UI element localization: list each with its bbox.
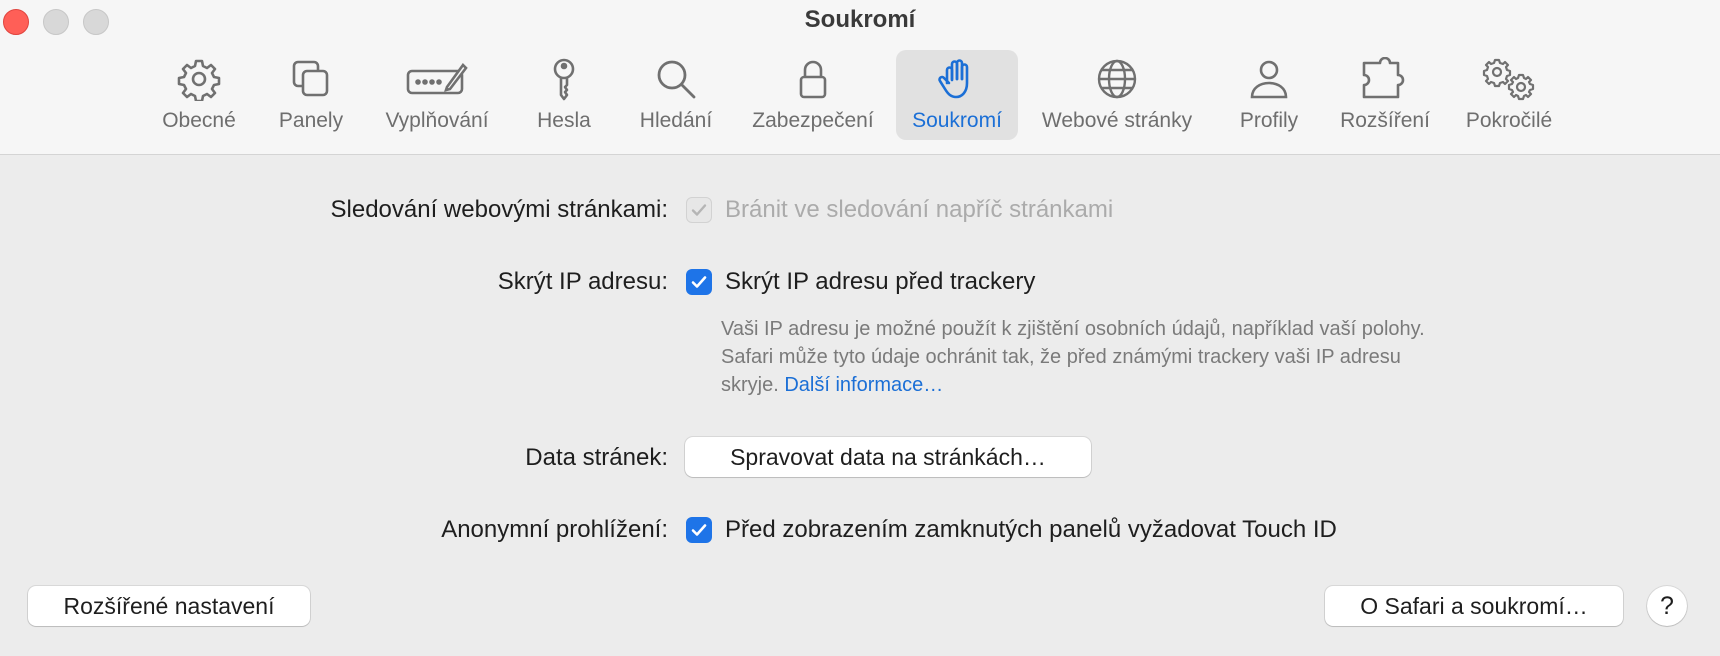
hide-ip-option: Skrýt IP adresu před trackery — [725, 268, 1036, 295]
tab-label: Soukromí — [912, 109, 1002, 132]
settings-window: Soukromí Obecné Panely Vyplňování Hesla … — [0, 0, 1720, 656]
tab-autofill[interactable]: Vyplňování — [372, 50, 502, 140]
tab-profiles[interactable]: Profily — [1226, 50, 1312, 140]
autofill-icon — [406, 63, 468, 95]
tab-websites[interactable]: Webové stránky — [1028, 50, 1206, 140]
tab-label: Profily — [1239, 109, 1299, 132]
help-button[interactable]: ? — [1647, 586, 1687, 626]
tab-privacy[interactable]: Soukromí — [896, 50, 1018, 140]
learn-more-link[interactable]: Další informace… — [784, 374, 943, 396]
prevent-tracking-option: Bránit ve sledování napříč stránkami — [725, 196, 1114, 223]
tab-label: Obecné — [162, 109, 236, 132]
tab-general[interactable]: Obecné — [150, 50, 248, 140]
tab-tabs[interactable]: Panely — [270, 50, 352, 140]
tab-label: Vyplňování — [385, 109, 489, 132]
tab-label: Panely — [278, 109, 344, 132]
title-bar: Soukromí Obecné Panely Vyplňování Hesla … — [0, 0, 1720, 155]
tab-label: Rozšíření — [1340, 109, 1430, 132]
tabs-icon — [292, 60, 329, 97]
private-browsing-label: Anonymní prohlížení: — [441, 516, 668, 543]
manage-website-data-button[interactable]: Spravovat data na stránkách… — [685, 437, 1091, 477]
hide-ip-checkbox[interactable] — [686, 269, 712, 295]
tab-passwords[interactable]: Hesla — [522, 50, 606, 140]
tab-label: Hesla — [537, 109, 591, 132]
tab-search[interactable]: Hledání — [626, 50, 726, 140]
touch-id-checkbox[interactable] — [686, 517, 712, 543]
window-title: Soukromí — [804, 6, 916, 33]
checkmark-icon — [691, 276, 707, 288]
puzzle-icon — [1362, 57, 1405, 99]
hand-icon — [938, 59, 969, 99]
tracking-label: Sledování webovými stránkami: — [330, 196, 668, 223]
gear-icon — [177, 59, 221, 101]
globe-icon — [1097, 59, 1137, 99]
search-icon — [657, 60, 696, 99]
prevent-tracking-checkbox[interactable] — [686, 197, 712, 223]
tab-label: Hledání — [639, 109, 713, 132]
tab-label: Webové stránky — [1041, 109, 1193, 132]
tab-label: Zabezpečení — [752, 109, 874, 132]
touch-id-option: Před zobrazením zamknutých panelů vyžado… — [725, 516, 1337, 543]
tab-security[interactable]: Zabezpečení — [740, 50, 886, 140]
site-data-label: Data stránek: — [525, 444, 668, 471]
key-icon — [553, 58, 575, 101]
tab-label: Pokročilé — [1465, 109, 1553, 132]
lock-icon — [799, 60, 827, 99]
tab-advanced[interactable]: Pokročilé — [1458, 50, 1560, 140]
gears-icon — [1482, 58, 1535, 101]
about-safari-privacy-button[interactable]: O Safari a soukromí… — [1325, 586, 1623, 626]
checkmark-icon — [691, 524, 707, 536]
tab-extensions[interactable]: Rozšíření — [1332, 50, 1438, 140]
person-icon — [1250, 60, 1288, 99]
advanced-settings-button[interactable]: Rozšířené nastavení — [28, 586, 310, 626]
hide-ip-description: Vaši IP adresu je možné použít k zjištěn… — [721, 315, 1441, 399]
preferences-toolbar: Obecné Panely Vyplňování Hesla Hledání Z… — [0, 50, 1720, 140]
hide-ip-label: Skrýt IP adresu: — [497, 268, 668, 295]
checkmark-icon — [691, 204, 707, 216]
